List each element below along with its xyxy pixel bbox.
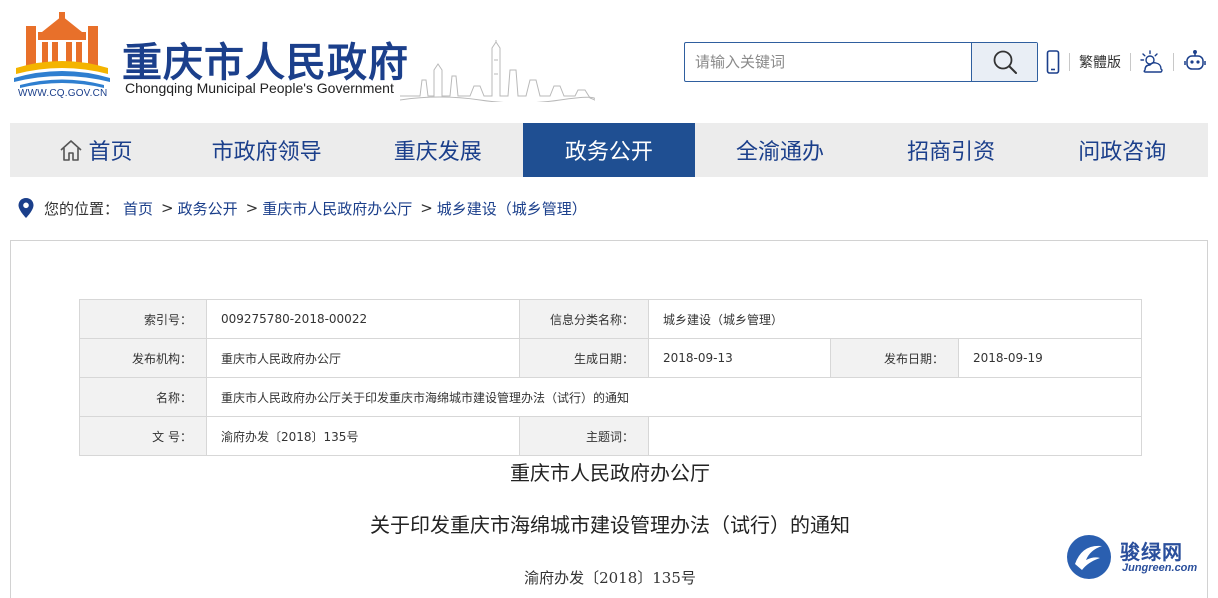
nav-item-development[interactable]: 重庆发展 (352, 123, 523, 177)
document-number-label: 文 号： (79, 416, 207, 456)
breadcrumb-link-urban-rural[interactable]: 城乡建设（城乡管理） (437, 198, 587, 219)
document-number-value: 渝府办发〔2018〕135号 (206, 416, 520, 456)
search-icon (993, 50, 1017, 74)
watermark-subtext: Jungreen.com (1122, 562, 1198, 574)
tool-divider (1069, 53, 1070, 71)
mobile-phone-icon (1046, 50, 1060, 74)
government-emblem-logo[interactable] (12, 12, 112, 90)
published-date-value: 2018-09-19 (958, 338, 1142, 378)
nav-item-leaders[interactable]: 市政府领导 (181, 123, 352, 177)
nav-item-label: 重庆发展 (393, 140, 482, 165)
index-number-label: 索引号： (79, 299, 207, 339)
search-button[interactable] (971, 43, 1037, 81)
main-navigation: 首页 市政府领导 重庆发展 政务公开 全渝通办 招商引资 问政咨询 (10, 123, 1208, 177)
document-name-label: 名称： (79, 377, 207, 417)
document-metadata-table: 索引号： 009275780-2018-00022 信息分类名称： 城乡建设（城… (79, 299, 1142, 456)
nav-item-home[interactable]: 首页 (10, 123, 181, 177)
home-icon (59, 139, 83, 161)
watermark-logo-icon (1067, 535, 1111, 579)
location-pin-icon (18, 198, 34, 218)
breadcrumb-separator: > (161, 199, 174, 217)
traditional-chinese-link[interactable]: 繁體版 (1079, 48, 1121, 76)
publisher-label: 发布机构： (79, 338, 207, 378)
published-date-label: 发布日期： (830, 338, 959, 378)
mobile-version-button[interactable] (1046, 48, 1060, 76)
nav-item-label: 首页 (88, 140, 133, 165)
document-name-value: 重庆市人民政府办公厅关于印发重庆市海绵城市建设管理办法（试行）的通知 (206, 377, 1142, 417)
watermark-text: 骏绿网 (1120, 540, 1183, 564)
nav-item-label: 全渝通办 (736, 140, 825, 165)
tool-divider (1173, 53, 1174, 71)
nav-item-label: 市政府领导 (211, 140, 322, 165)
nav-item-government-affairs[interactable]: 政务公开 (523, 123, 695, 177)
logo-url-text: WWW.CQ.GOV.CN (18, 88, 108, 99)
search-box (684, 42, 1038, 82)
keywords-label: 主题词： (519, 416, 649, 456)
table-row: 索引号： 009275780-2018-00022 信息分类名称： 城乡建设（城… (79, 299, 1142, 339)
created-date-label: 生成日期： (519, 338, 649, 378)
document-issuer-heading: 重庆市人民政府办公厅 (510, 461, 710, 485)
table-row: 文 号： 渝府办发〔2018〕135号 主题词： (79, 416, 1142, 456)
category-value: 城乡建设（城乡管理） (648, 299, 1142, 339)
robot-icon (1184, 50, 1206, 70)
publisher-value: 重庆市人民政府办公厅 (206, 338, 520, 378)
breadcrumb-prefix: 您的位置： (44, 199, 120, 218)
top-tools: 繁體版 (1046, 48, 1207, 76)
breadcrumb-separator: > (245, 199, 259, 217)
breadcrumb: 您的位置： 首页 > 政务公开 > 重庆市人民政府办公厅 > 城乡建设（城乡管理… (18, 196, 587, 220)
document-number-line: 渝府办发〔2018〕135号 (524, 569, 696, 587)
table-row: 发布机构： 重庆市人民政府办公厅 生成日期： 2018-09-13 发布日期： … (79, 338, 1142, 378)
nav-item-services[interactable]: 全渝通办 (695, 123, 866, 177)
breadcrumb-separator: > (420, 199, 433, 217)
nav-item-consultation[interactable]: 问政咨询 (1037, 123, 1208, 177)
watermark: 骏绿网 Jungreen.com (1066, 534, 1206, 582)
tool-divider (1130, 53, 1131, 71)
table-row: 名称： 重庆市人民政府办公厅关于印发重庆市海绵城市建设管理办法（试行）的通知 (79, 377, 1142, 417)
nav-item-label: 政务公开 (564, 140, 653, 165)
breadcrumb-link-general-office[interactable]: 重庆市人民政府办公厅 (262, 198, 412, 219)
weather-sun-cloud-icon (1140, 50, 1163, 73)
site-header: WWW.CQ.GOV.CN 重庆市人民政府 Chongqing Municipa… (0, 0, 1218, 118)
nav-item-label: 招商引资 (907, 140, 996, 165)
breadcrumb-link-government-affairs[interactable]: 政务公开 (178, 198, 238, 219)
search-input[interactable] (685, 43, 971, 81)
document-title-heading: 关于印发重庆市海绵城市建设管理办法（试行）的通知 (370, 513, 850, 537)
elderly-mode-button[interactable] (1140, 48, 1164, 76)
breadcrumb-link-home[interactable]: 首页 (123, 198, 153, 219)
created-date-value: 2018-09-13 (648, 338, 831, 378)
keywords-value (648, 416, 1142, 456)
city-skyline-decoration (400, 40, 595, 102)
site-subtitle: Chongqing Municipal People's Government (125, 80, 394, 96)
nav-item-investment[interactable]: 招商引资 (866, 123, 1037, 177)
index-number-value: 009275780-2018-00022 (206, 299, 520, 339)
content-panel: 索引号： 009275780-2018-00022 信息分类名称： 城乡建设（城… (10, 240, 1208, 598)
category-label: 信息分类名称： (519, 299, 649, 339)
robot-assistant-button[interactable] (1183, 48, 1207, 76)
nav-item-label: 问政咨询 (1078, 140, 1167, 165)
